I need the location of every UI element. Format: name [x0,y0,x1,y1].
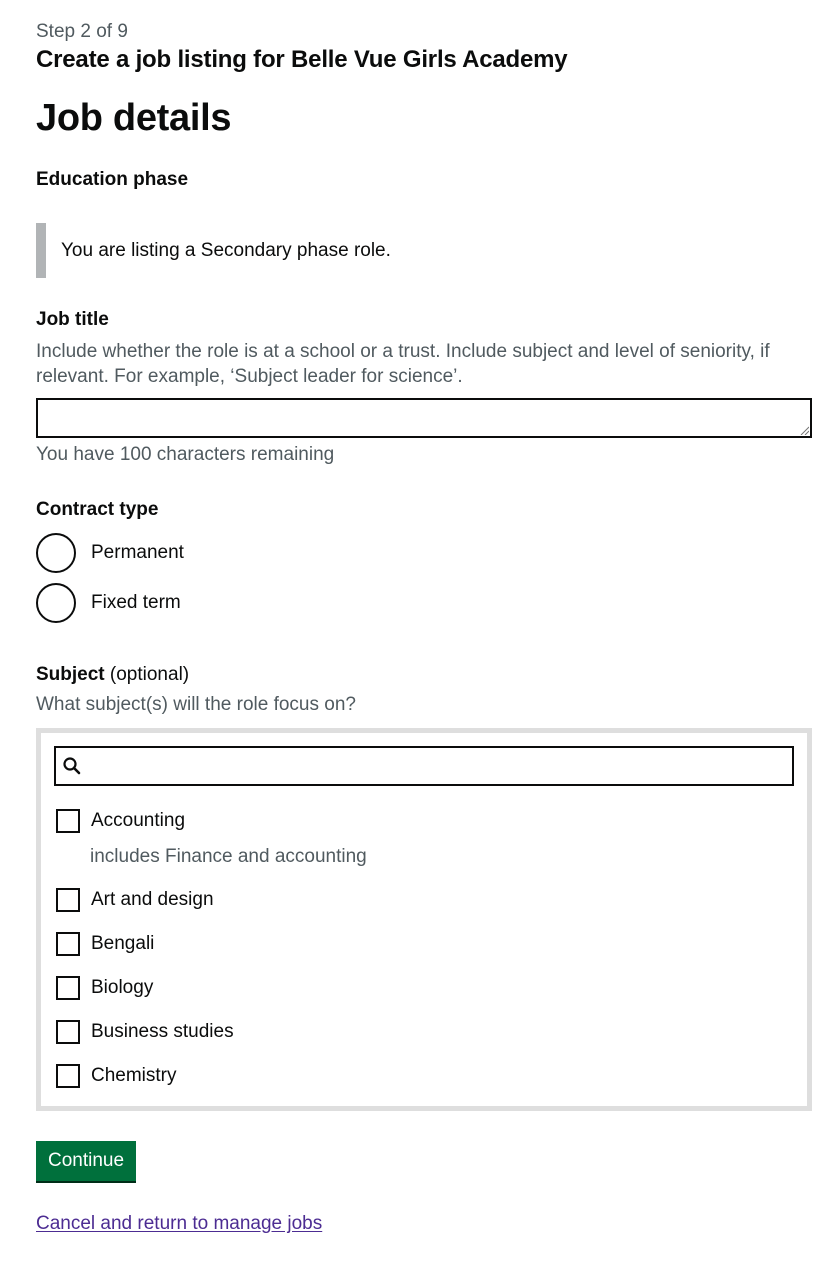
search-icon [63,757,81,775]
radio-button[interactable] [36,533,76,573]
contract-type-label: Contract type [36,499,159,520]
optional-suffix: (optional) [109,664,190,685]
checkbox-art-and-design[interactable]: Art and design [56,888,214,912]
subject-hint: What subject(s) will the role focus on? [36,694,356,715]
radio-button[interactable] [36,583,76,623]
education-phase-label: Education phase [36,169,189,190]
job-title-hint: Include whether the role is at a school … [36,341,770,387]
step-indicator: Step 2 of 9 [36,21,128,42]
job-title-label: Job title [36,309,109,330]
checkbox-chemistry[interactable]: Chemistry [56,1064,177,1088]
radio-fixed-term[interactable]: Fixed term [36,583,181,623]
checkbox-accounting[interactable]: Accounting [56,809,185,833]
radio-permanent[interactable]: Permanent [36,533,184,573]
page-caption: Create a job listing for Belle Vue Girls… [36,46,568,73]
page-title: Job details [36,97,232,139]
checkbox[interactable] [56,932,80,956]
continue-button[interactable]: Continue [36,1141,137,1181]
checkbox-label[interactable]: Chemistry [91,1064,177,1088]
checkbox[interactable] [56,888,80,912]
checkbox-bengali[interactable]: Bengali [56,932,154,956]
checkbox[interactable] [56,976,80,1000]
checkbox-hint-accounting: includes Finance and accounting [90,846,367,867]
subject-checkbox-panel: Accounting includes Finance and accounti… [36,728,812,1111]
education-phase-inset: You are listing a Secondary phase role. [36,223,456,278]
character-count: You have 100 characters remaining [36,444,335,465]
job-title-textarea[interactable] [36,398,812,438]
subject-search-input[interactable] [54,746,794,786]
checkbox-label[interactable]: Business studies [91,1020,234,1044]
checkbox[interactable] [56,809,80,833]
radio-label[interactable]: Permanent [91,541,184,565]
checkbox[interactable] [56,1064,80,1088]
cancel-link[interactable]: Cancel and return to manage jobs [36,1212,322,1236]
checkbox-label[interactable]: Bengali [91,932,154,956]
subject-label: Subject (optional) [36,663,189,687]
checkbox[interactable] [56,1020,80,1044]
checkbox-label[interactable]: Accounting [91,809,185,833]
checkbox-label[interactable]: Art and design [91,888,214,912]
radio-label[interactable]: Fixed term [91,591,181,615]
checkbox-label[interactable]: Biology [91,976,153,1000]
checkbox-business-studies[interactable]: Business studies [56,1020,234,1044]
resize-handle-icon[interactable] [799,425,809,435]
checkbox-biology[interactable]: Biology [56,976,153,1000]
subject-label-text: Subject [36,664,105,685]
